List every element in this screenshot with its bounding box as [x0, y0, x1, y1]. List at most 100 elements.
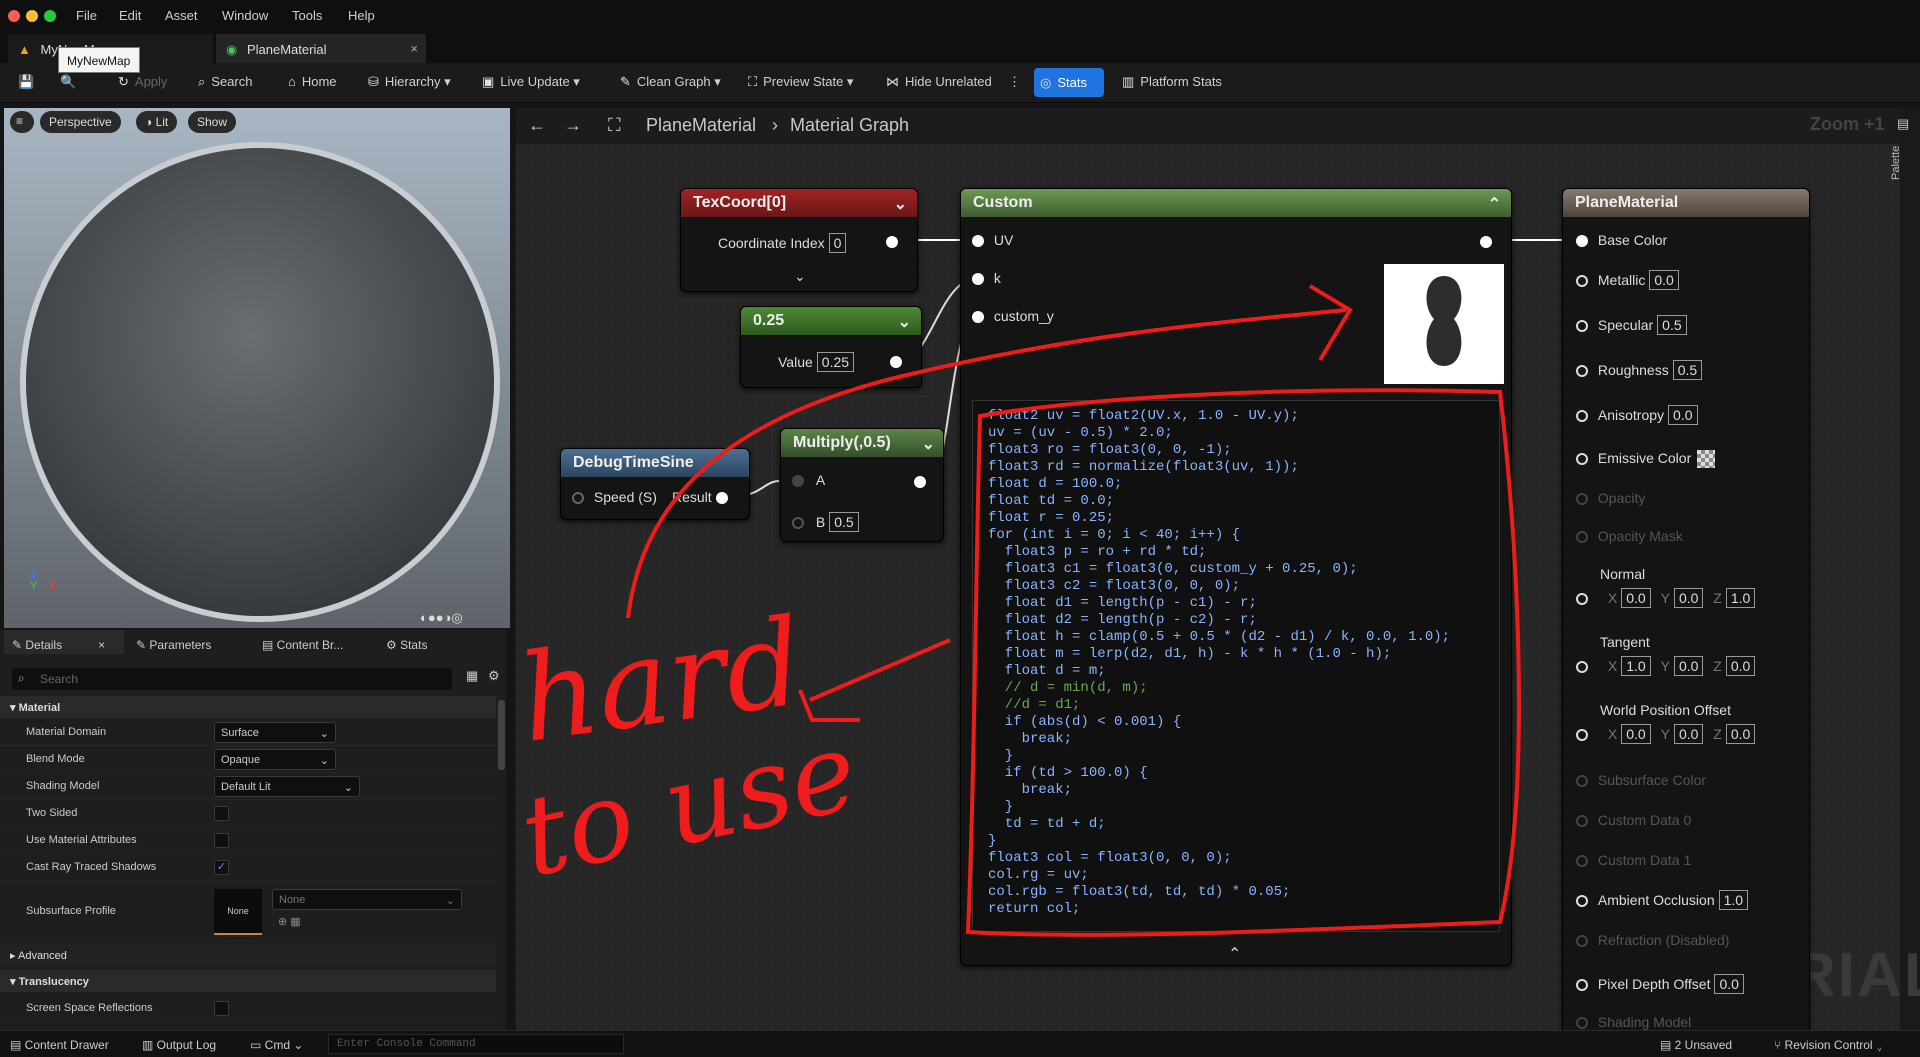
- cast-ray-traced-shadows-checkbox[interactable]: ✓: [214, 860, 229, 875]
- palette-strip[interactable]: [1900, 108, 1920, 1030]
- output-log-button[interactable]: ▥ Output Log: [142, 1038, 216, 1052]
- show-button[interactable]: Show: [188, 111, 237, 133]
- menu-edit[interactable]: Edit: [119, 8, 141, 23]
- result-output-pin[interactable]: Result: [672, 489, 728, 505]
- preview-viewport[interactable]: Z Y X ◐●●◑◎: [4, 108, 510, 628]
- tab-details[interactable]: ✎ Details ×: [12, 638, 105, 652]
- normal-z-field[interactable]: 1.0: [1725, 588, 1756, 608]
- hierarchy-button[interactable]: ⛁ Hierarchy ▾: [368, 74, 451, 90]
- platform-stats-button[interactable]: ▥ Platform Stats: [1122, 74, 1222, 90]
- ambient-occlusion-pin[interactable]: Ambient Occlusion 1.0: [1576, 890, 1749, 910]
- ssr-checkbox[interactable]: [214, 1001, 229, 1016]
- clean-graph-button[interactable]: ✎ Clean Graph ▾: [620, 74, 721, 90]
- hide-unrelated-button[interactable]: ⋈ Hide Unrelated: [886, 74, 992, 90]
- tangent-x-field[interactable]: 1.0: [1621, 656, 1651, 676]
- revision-control-button[interactable]: ⑂ Revision Control ⌄: [1774, 1038, 1883, 1052]
- console-command-input[interactable]: Enter Console Command: [328, 1034, 624, 1054]
- search-button[interactable]: ⌕ Search: [198, 74, 252, 90]
- debug-time-sine-node[interactable]: DebugTimeSine: [560, 448, 750, 520]
- constant-output-pin[interactable]: [890, 353, 902, 369]
- save-icon[interactable]: 💾: [18, 74, 34, 90]
- menu-asset[interactable]: Asset: [165, 8, 198, 23]
- anisotropy-field[interactable]: 0.0: [1668, 405, 1698, 425]
- shading-model-dropdown[interactable]: Default Lit ⌄: [214, 776, 360, 797]
- blend-mode-dropdown[interactable]: Opaque ⌄: [214, 749, 336, 770]
- multiply-b-pin[interactable]: B 0.5: [792, 512, 859, 532]
- normal-pin[interactable]: X 0.0 Y 0.0 Z 1.0: [1576, 588, 1756, 608]
- section-advanced[interactable]: ▸ Advanced: [0, 944, 496, 966]
- coordinate-index-field[interactable]: 0: [828, 233, 847, 253]
- two-sided-checkbox[interactable]: [214, 806, 229, 821]
- browse-icon[interactable]: 🔍: [60, 74, 76, 90]
- tangent-pin[interactable]: X 1.0 Y 0.0 Z 0.0: [1576, 656, 1756, 676]
- maximize-window-button[interactable]: [44, 10, 56, 22]
- lit-button[interactable]: ◑ Lit: [136, 111, 178, 133]
- multiply-a-pin[interactable]: A: [792, 472, 825, 488]
- anisotropy-pin[interactable]: Anisotropy 0.0: [1576, 405, 1698, 425]
- menu-file[interactable]: File: [76, 8, 97, 23]
- ambient-occlusion-field[interactable]: 1.0: [1718, 890, 1749, 910]
- tangent-z-field[interactable]: 0.0: [1725, 656, 1756, 676]
- emissive-color-pin[interactable]: Emissive Color: [1576, 450, 1716, 469]
- perspective-button[interactable]: Perspective: [40, 111, 121, 133]
- more-options-icon[interactable]: ⋮: [1008, 74, 1021, 90]
- normal-y-field[interactable]: 0.0: [1673, 588, 1704, 608]
- stats-button[interactable]: ◎ Stats: [1034, 68, 1104, 97]
- unsaved-button[interactable]: ▤ 2 Unsaved: [1660, 1038, 1732, 1052]
- close-details-icon[interactable]: ×: [98, 638, 105, 652]
- specular-pin[interactable]: Specular 0.5: [1576, 315, 1687, 335]
- metallic-field[interactable]: 0.0: [1649, 270, 1679, 290]
- custom-input-k[interactable]: k: [972, 270, 1001, 286]
- preview-mesh-icons[interactable]: ◐●●◑◎: [420, 610, 463, 626]
- expand-icon[interactable]: ⌄: [794, 268, 806, 285]
- multiply-output-pin[interactable]: [914, 473, 926, 489]
- live-update-button[interactable]: ▣ Live Update ▾: [482, 74, 580, 90]
- breadcrumb-graph[interactable]: Material Graph: [790, 115, 909, 136]
- forward-icon[interactable]: →: [564, 115, 582, 136]
- emissive-color-swatch[interactable]: [1697, 450, 1716, 469]
- use-material-attributes-checkbox[interactable]: [214, 833, 229, 848]
- base-color-pin[interactable]: Base Color: [1576, 232, 1667, 248]
- close-tab-icon[interactable]: ×: [410, 41, 418, 56]
- roughness-pin[interactable]: Roughness 0.5: [1576, 360, 1703, 380]
- roughness-field[interactable]: 0.5: [1672, 360, 1703, 380]
- speed-input-pin[interactable]: Speed (S): [572, 489, 657, 505]
- home-button[interactable]: ⌂ Home: [288, 74, 337, 89]
- subsurface-profile-dropdown[interactable]: None ⌄: [272, 889, 462, 910]
- viewport-menu-icon[interactable]: ≡: [10, 111, 34, 133]
- material-domain-dropdown[interactable]: Surface ⌄: [214, 722, 336, 743]
- pixel-depth-offset-field[interactable]: 0.0: [1714, 974, 1744, 994]
- details-scrollbar[interactable]: [498, 700, 505, 770]
- content-drawer-button[interactable]: ▤ Content Drawer: [10, 1038, 109, 1052]
- section-translucency[interactable]: ▾ Translucency: [0, 970, 496, 992]
- menu-tools[interactable]: Tools: [292, 8, 322, 23]
- texcoord-output-pin[interactable]: [886, 233, 898, 249]
- breadcrumb-material[interactable]: PlaneMaterial: [646, 115, 756, 136]
- tab-parameters[interactable]: ✎ Parameters: [136, 638, 211, 652]
- tab-planematerial[interactable]: ◉ PlaneMaterial ×: [216, 34, 426, 63]
- wpo-y-field[interactable]: 0.0: [1673, 724, 1704, 744]
- palette-label[interactable]: Palette: [1890, 146, 1902, 180]
- wpo-z-field[interactable]: 0.0: [1725, 724, 1756, 744]
- specular-field[interactable]: 0.5: [1657, 315, 1687, 335]
- normal-x-field[interactable]: 0.0: [1621, 588, 1651, 608]
- code-text[interactable]: float2 uv = float2(UV.x, 1.0 - UV.y); uv …: [988, 408, 1450, 918]
- subsurface-thumbnail[interactable]: None: [214, 889, 262, 935]
- menu-help[interactable]: Help: [348, 8, 375, 23]
- tangent-y-field[interactable]: 0.0: [1673, 656, 1704, 676]
- collapse-icon[interactable]: ⌃: [1488, 194, 1501, 214]
- details-search-input[interactable]: ⌕ Search: [12, 668, 452, 690]
- settings-gear-icon[interactable]: ⚙: [488, 668, 500, 684]
- constant-value-field[interactable]: 0.25: [816, 352, 855, 372]
- chevron-down-icon[interactable]: ⌄: [894, 194, 907, 214]
- metallic-pin[interactable]: Metallic 0.0: [1576, 270, 1679, 290]
- preview-state-button[interactable]: ⛶ Preview State ▾: [748, 74, 853, 90]
- chevron-down-icon[interactable]: ⌄: [898, 312, 911, 332]
- minimize-window-button[interactable]: [26, 10, 38, 22]
- custom-output-pin[interactable]: [1480, 233, 1492, 249]
- table-view-icon[interactable]: ▦: [466, 668, 478, 684]
- custom-input-custom-y[interactable]: custom_y: [972, 308, 1054, 324]
- apply-button[interactable]: ↻ Apply: [118, 74, 167, 90]
- pixel-depth-offset-pin[interactable]: Pixel Depth Offset 0.0: [1576, 974, 1744, 994]
- chevron-down-icon[interactable]: ⌄: [922, 434, 935, 454]
